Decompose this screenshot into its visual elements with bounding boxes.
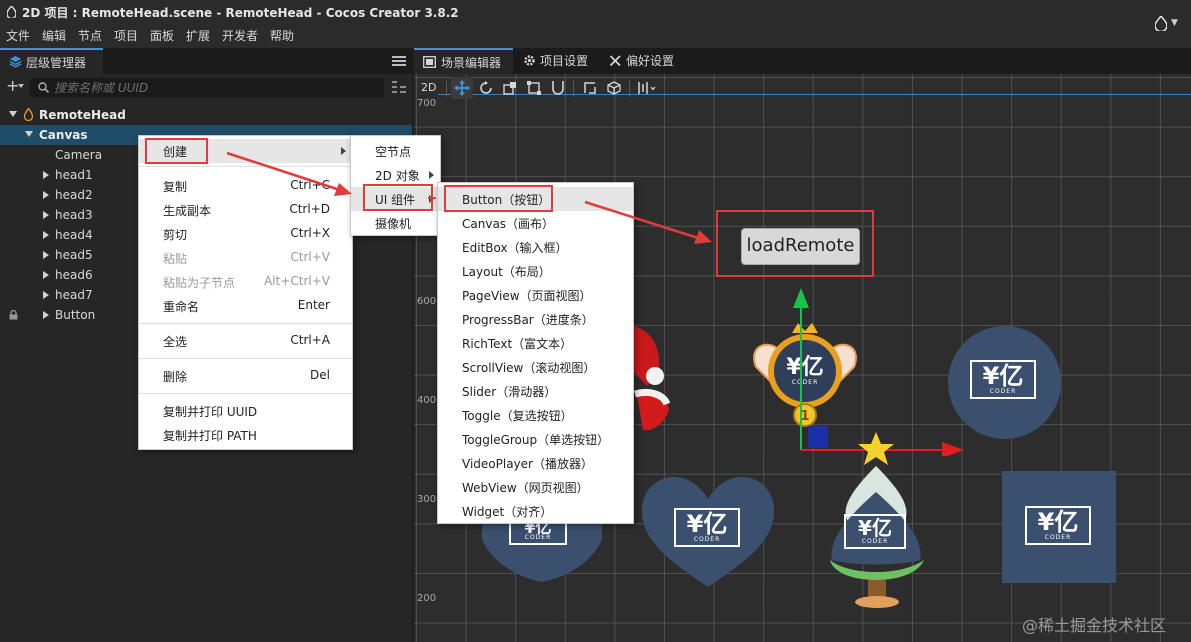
watermark: @稀土掘金技术社区 [1022,616,1167,635]
annotation-arrows [226,151,712,244]
